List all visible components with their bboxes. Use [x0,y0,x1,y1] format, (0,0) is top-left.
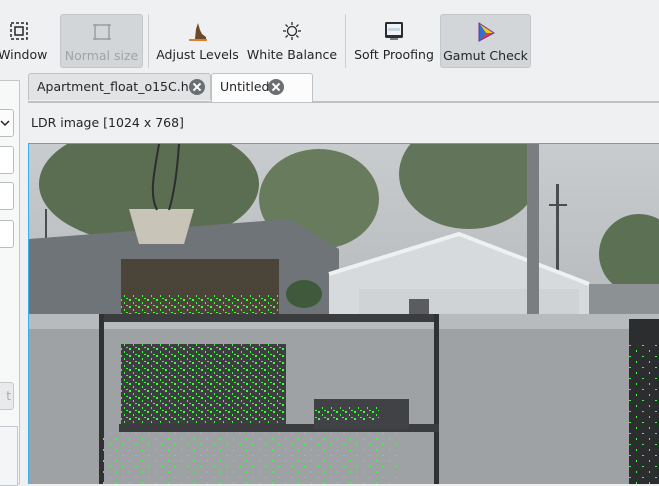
hdr-image [29,144,659,484]
adjust-levels-button[interactable]: Adjust Levels [155,14,240,68]
fit-to-window-label: l Window [0,47,48,62]
fit-to-window-button[interactable]: l Window [0,14,52,68]
close-icon[interactable] [189,79,205,95]
tab-apartment-hdr[interactable]: Apartment_float_o15C.hdr [28,73,211,100]
gamut-check-button[interactable]: Gamut Check [440,14,531,68]
dock-frame [0,80,20,484]
dock-input-3[interactable] [0,220,14,248]
levels-icon [188,23,207,41]
white-balance-label: White Balance [246,47,338,62]
white-balance-icon [283,22,301,40]
dock-input-1[interactable] [0,146,14,174]
left-dock-panel: t [0,80,20,486]
normal-size-icon [92,24,111,40]
gamut-check-label: Gamut Check [443,48,528,63]
tab-untitled[interactable]: Untitled [211,73,313,102]
toolbar-separator [345,14,346,68]
document-tab-bar: Apartment_float_o15C.hdr Untitled [28,73,659,103]
tab-label: Apartment_float_o15C.hdr [37,79,202,94]
toolbar-separator [148,14,149,68]
gamut-check-icon [478,22,495,42]
toolbar: l Window Normal size Adjust Levels White… [0,0,659,70]
soft-proofing-label: Soft Proofing [354,47,434,62]
normal-size-button[interactable]: Normal size [60,14,143,68]
dock-lower-frame [0,426,18,486]
close-icon[interactable] [268,79,284,95]
dock-combo-box[interactable] [0,109,14,137]
dock-input-2[interactable] [0,182,14,210]
soft-proofing-button[interactable]: Soft Proofing [352,14,436,68]
image-info-label: LDR image [1024 x 768] [31,115,184,130]
tab-label: Untitled [220,79,270,94]
adjust-levels-label: Adjust Levels [156,47,239,62]
fit-window-icon [10,22,28,40]
chevron-down-icon [0,120,10,127]
dock-button[interactable]: t [0,382,14,410]
normal-size-label: Normal size [64,48,139,63]
white-balance-button[interactable]: White Balance [246,14,338,68]
soft-proofing-icon [385,22,403,40]
image-viewport[interactable] [28,143,659,484]
